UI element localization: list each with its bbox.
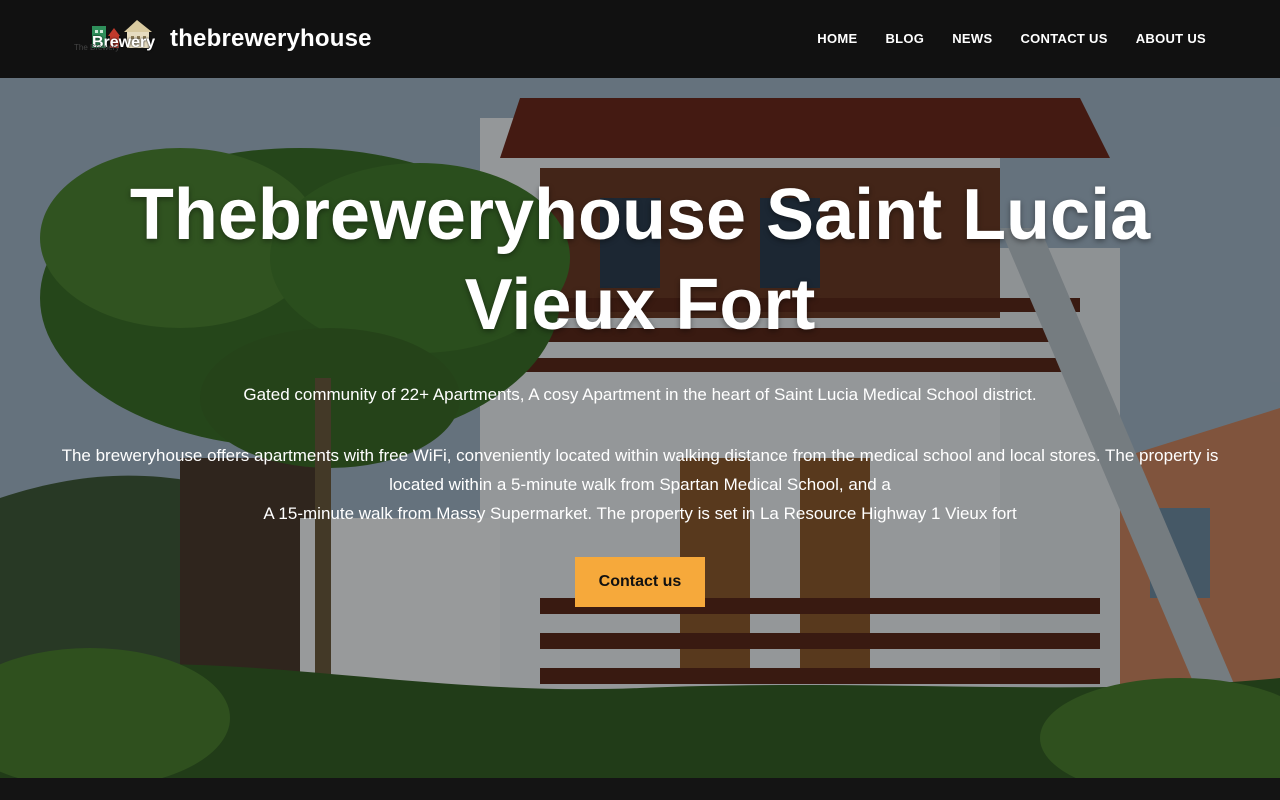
hero-section: Thebreweryhouse Saint Lucia Vieux Fort G… (0, 78, 1280, 778)
hero-description-line-2: A 15-minute walk from Massy Supermarket.… (263, 504, 1017, 523)
hero-description: The breweryhouse offers apartments with … (60, 441, 1220, 528)
contact-us-button[interactable]: Contact us (575, 557, 705, 607)
hero-lead: Gated community of 22+ Apartments, A cos… (243, 385, 1037, 404)
nav-about-us[interactable]: ABOUT US (1136, 31, 1206, 46)
nav-home[interactable]: HOME (817, 31, 857, 46)
nav-news[interactable]: NEWS (952, 31, 992, 46)
main-nav: HOME BLOG NEWS CONTACT US ABOUT US (817, 31, 1206, 46)
logo-subtext: The Brewery (74, 43, 120, 52)
nav-blog[interactable]: BLOG (885, 31, 924, 46)
hero-content: Thebreweryhouse Saint Lucia Vieux Fort G… (0, 78, 1280, 778)
site-header: Brewery The Brewery thebreweryhouse HOME… (0, 0, 1280, 78)
hero-description-line-1: The breweryhouse offers apartments with … (61, 446, 1219, 494)
nav-contact-us[interactable]: CONTACT US (1020, 31, 1107, 46)
site-logo[interactable]: Brewery The Brewery (74, 18, 156, 60)
site-title[interactable]: thebreweryhouse (170, 25, 372, 53)
hero-title: Thebreweryhouse Saint Lucia Vieux Fort (129, 175, 1151, 345)
footer-strip (0, 778, 1280, 800)
brand[interactable]: Brewery The Brewery thebreweryhouse (74, 18, 372, 60)
